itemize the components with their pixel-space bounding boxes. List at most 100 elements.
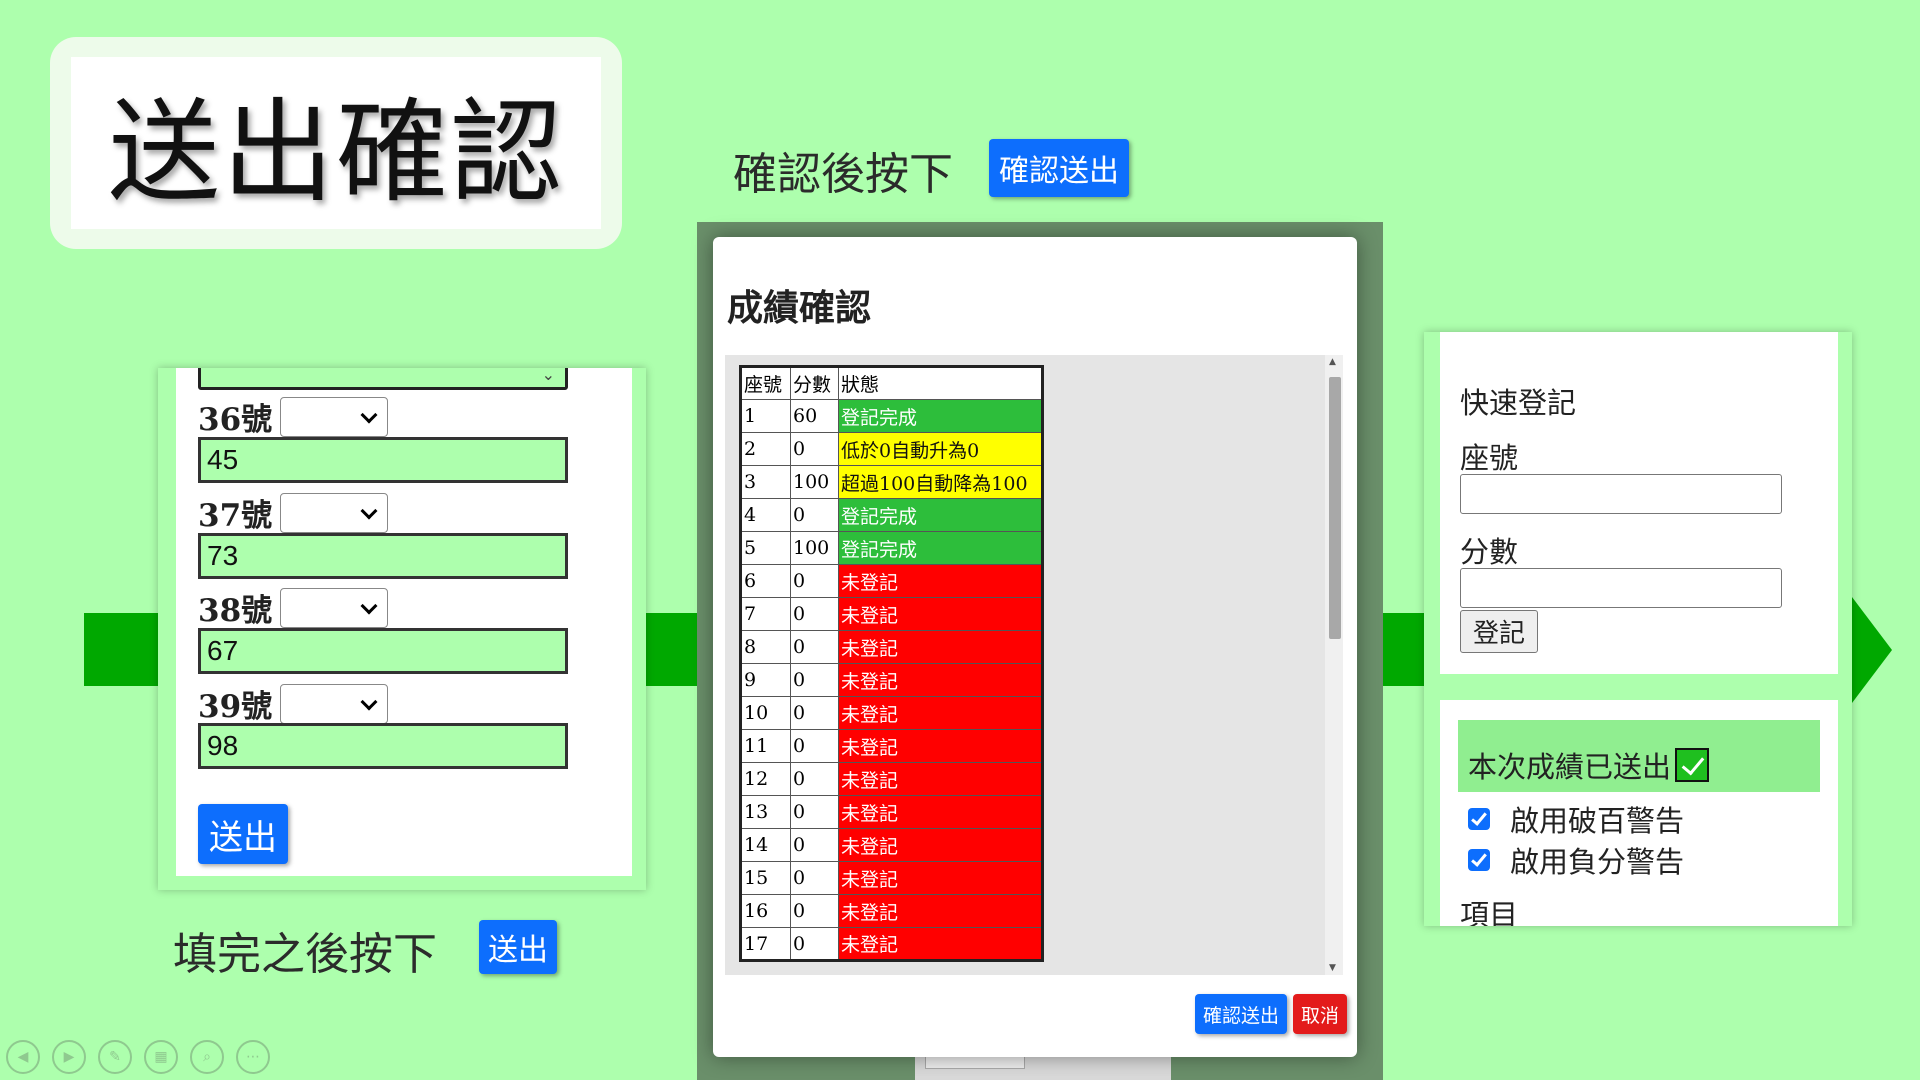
header-status: 狀態 — [838, 366, 1043, 400]
row-seat: 8 — [740, 630, 791, 664]
score-input[interactable]: 45 — [198, 437, 568, 483]
row-status: 未登記 — [838, 663, 1043, 697]
seat-label: 36號 — [198, 402, 273, 438]
table-row: 11 0 未登記 — [740, 729, 1043, 763]
row-score: 0 — [790, 663, 839, 697]
previous-score-input[interactable]: ⌄ — [198, 368, 568, 390]
table-row: 4 0 登記完成 — [740, 498, 1043, 532]
cancel-button[interactable]: 取消 — [1293, 994, 1347, 1034]
row-score: 100 — [790, 465, 839, 499]
zoom-icon[interactable]: ⌕ — [190, 1040, 224, 1074]
seat-label: 37號 — [198, 498, 273, 534]
scroll-thumb[interactable] — [1329, 377, 1341, 639]
over-hundred-warning-option[interactable]: 啟用破百警告 — [1468, 798, 1684, 840]
score-label: 分數 — [1460, 535, 1519, 569]
seat-select[interactable] — [280, 492, 388, 533]
pen-icon[interactable]: ✎ — [98, 1040, 132, 1074]
seat-row-39: 39號 — [198, 681, 388, 726]
row-score: 0 — [790, 795, 839, 829]
seat-input[interactable] — [1460, 474, 1782, 514]
row-status: 未登記 — [838, 597, 1043, 631]
row-score: 100 — [790, 531, 839, 565]
slides-grid-icon[interactable]: ▦ — [144, 1040, 178, 1074]
row-seat: 16 — [740, 894, 791, 928]
row-score: 0 — [790, 828, 839, 862]
seat-label: 座號 — [1460, 441, 1519, 475]
row-status: 登記完成 — [838, 498, 1043, 532]
panel-margin — [1424, 332, 1440, 926]
status-text: 本次成績已送出 — [1468, 744, 1710, 786]
more-options-icon[interactable]: ⋯ — [236, 1040, 270, 1074]
modal-title: 成績確認 — [727, 288, 872, 329]
caption-send-button: 送出 — [479, 920, 557, 974]
row-seat: 15 — [740, 861, 791, 895]
row-status: 未登記 — [838, 630, 1043, 664]
row-score: 0 — [790, 729, 839, 763]
checkbox-checked-icon[interactable] — [1468, 849, 1490, 871]
score-entry-panel: ⌄ 36號 45 37號 73 38號 67 39號 98 送出 — [158, 368, 646, 890]
scroll-down-icon[interactable]: ▼ — [1329, 963, 1336, 973]
row-status: 超過100自動降為100 — [838, 465, 1043, 499]
seat-row-38: 38號 — [198, 585, 388, 630]
row-status: 未登記 — [838, 927, 1043, 961]
row-seat: 14 — [740, 828, 791, 862]
submitted-status: 本次成績已送出 — [1458, 720, 1820, 792]
row-seat: 7 — [740, 597, 791, 631]
row-seat: 13 — [740, 795, 791, 829]
flow-arrow-head — [1852, 597, 1892, 703]
seat-select[interactable] — [280, 587, 388, 628]
table-row: 1 60 登記完成 — [740, 399, 1043, 433]
next-slide-icon[interactable]: ▶ — [52, 1040, 86, 1074]
row-seat: 3 — [740, 465, 791, 499]
table-header-row: 座號 分數 狀態 — [740, 366, 1043, 400]
row-score: 0 — [790, 630, 839, 664]
score-input[interactable]: 98 — [198, 723, 568, 769]
score-input[interactable]: 67 — [198, 628, 568, 674]
title-card: 送出確認 — [50, 37, 622, 249]
table-row: 5 100 登記完成 — [740, 531, 1043, 565]
send-button[interactable]: 送出 — [198, 804, 288, 864]
row-seat: 9 — [740, 663, 791, 697]
scroll-up-icon[interactable]: ▲ — [1329, 357, 1336, 367]
table-row: 2 0 低於0自動升為0 — [740, 432, 1043, 466]
score-table: 座號 分數 狀態 1 60 登記完成 2 0 低於0自動升為0 3 100 超過100自動降為1… — [739, 365, 1044, 962]
table-row: 7 0 未登記 — [740, 597, 1043, 631]
option-label: 啟用破百警告 — [1510, 804, 1685, 838]
table-row: 3 100 超過100自動降為100 — [740, 465, 1043, 499]
row-seat: 4 — [740, 498, 791, 532]
table-row: 13 0 未登記 — [740, 795, 1043, 829]
negative-warning-option[interactable]: 啟用負分警告 — [1468, 839, 1684, 881]
table-row: 9 0 未登記 — [740, 663, 1043, 697]
row-status: 未登記 — [838, 795, 1043, 829]
confirm-modal: 成績確認 座號 分數 狀態 1 60 登記完成 2 0 低於0自動升為0 3 100 超過100… — [713, 237, 1357, 1057]
caption-bottom: 填完之後按下 — [173, 929, 437, 980]
checkbox-checked-icon[interactable] — [1468, 808, 1490, 830]
slide-title: 送出確認 — [108, 88, 564, 218]
row-seat: 5 — [740, 531, 791, 565]
chevron-down-icon: ⌄ — [541, 368, 555, 384]
score-field[interactable] — [1460, 568, 1782, 608]
row-score: 0 — [790, 597, 839, 631]
modal-scroll-area[interactable]: 座號 分數 狀態 1 60 登記完成 2 0 低於0自動升為0 3 100 超過100自動降為1… — [725, 355, 1343, 975]
previous-slide-icon[interactable]: ◀ — [6, 1040, 40, 1074]
score-input[interactable]: 73 — [198, 533, 568, 579]
row-seat: 10 — [740, 696, 791, 730]
quick-register-title: 快速登記 — [1460, 386, 1577, 420]
items-label: 項目 — [1460, 898, 1519, 926]
row-score: 0 — [790, 564, 839, 598]
seat-row-36: 36號 — [198, 394, 388, 439]
row-seat: 2 — [740, 432, 791, 466]
row-seat: 17 — [740, 927, 791, 961]
row-score: 60 — [790, 399, 839, 433]
scrollbar[interactable]: ▲ ▼ — [1325, 355, 1343, 975]
seat-label: 39號 — [198, 689, 273, 725]
table-row: 14 0 未登記 — [740, 828, 1043, 862]
seat-select[interactable] — [280, 396, 388, 437]
seat-select[interactable] — [280, 683, 388, 724]
confirm-send-button[interactable]: 確認送出 — [1195, 994, 1287, 1034]
quick-register-panel: 快速登記 座號 分數 登記 本次成績已送出 啟用破百警告 啟用負分警告 項目 — [1424, 332, 1852, 926]
row-score: 0 — [790, 894, 839, 928]
register-button[interactable]: 登記 — [1460, 610, 1538, 653]
row-seat: 6 — [740, 564, 791, 598]
header-score: 分數 — [790, 366, 839, 400]
